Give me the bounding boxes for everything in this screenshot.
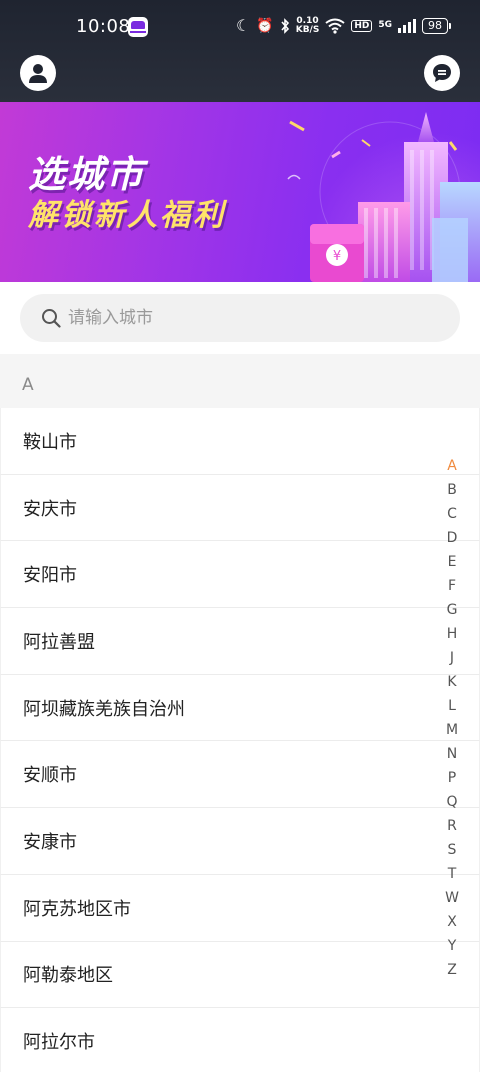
app-notification-icon <box>128 17 148 37</box>
index-letter-g[interactable]: G <box>440 598 464 622</box>
battery-level: 98 <box>428 18 442 32</box>
hd-badge: HD <box>351 19 373 32</box>
top-bar: 10:08 ☾ ⏰ 0.10 KB/S HD 5G 98 <box>0 0 480 102</box>
city-list-item[interactable]: 阿坝藏族羌族自治州 <box>0 674 480 742</box>
city-list-item[interactable]: 阿克苏地区市 <box>0 874 480 942</box>
network-speed: 0.10 KB/S <box>295 16 320 35</box>
index-letter-h[interactable]: H <box>440 622 464 646</box>
index-letter-n[interactable]: N <box>440 742 464 766</box>
city-list-item[interactable]: 安顺市 <box>0 741 480 809</box>
index-letter-e[interactable]: E <box>440 550 464 574</box>
index-letter-a[interactable]: A <box>440 454 464 478</box>
city-list-item[interactable]: 鞍山市 <box>0 408 480 475</box>
city-list-item[interactable]: 阿拉尔市 <box>0 1008 480 1072</box>
moon-icon: ☾ <box>235 16 251 35</box>
index-letter-y[interactable]: Y <box>440 934 464 958</box>
search-input[interactable] <box>68 308 428 328</box>
status-bar: 10:08 ☾ ⏰ 0.10 KB/S HD 5G 98 <box>0 0 480 52</box>
index-letter-r[interactable]: R <box>440 814 464 838</box>
section-header-a: A <box>0 354 480 408</box>
promo-banner[interactable]: 选城市 解锁新人福利 ¥ <box>0 102 480 282</box>
index-letter-z[interactable]: Z <box>440 958 464 982</box>
index-letter-p[interactable]: P <box>440 766 464 790</box>
search-area <box>0 282 480 354</box>
index-letter-f[interactable]: F <box>440 574 464 598</box>
index-letter-q[interactable]: Q <box>440 790 464 814</box>
index-letter-c[interactable]: C <box>440 502 464 526</box>
city-list-item[interactable]: 安庆市 <box>0 474 480 542</box>
user-profile-button[interactable] <box>20 55 56 91</box>
signal-icon <box>398 18 416 33</box>
messages-button[interactable] <box>424 55 460 91</box>
index-letter-j[interactable]: J <box>440 646 464 670</box>
index-letter-d[interactable]: D <box>440 526 464 550</box>
alarm-icon: ⏰ <box>256 17 274 34</box>
index-letter-k[interactable]: K <box>440 670 464 694</box>
index-letter-t[interactable]: T <box>440 862 464 886</box>
index-letter-s[interactable]: S <box>440 838 464 862</box>
index-letter-l[interactable]: L <box>440 694 464 718</box>
city-list: 鞍山市 安庆市 安阳市 阿拉善盟 阿坝藏族羌族自治州 安顺市 安康市 阿克苏地区… <box>0 408 480 1072</box>
index-letter-w[interactable]: W <box>440 886 464 910</box>
index-letter-b[interactable]: B <box>440 478 464 502</box>
user-icon <box>29 64 47 83</box>
network-type: 5G <box>378 20 392 30</box>
alphabet-index-bar[interactable]: ABCDEFGHJKLMNPQRSTWXYZ <box>440 454 464 982</box>
status-time: 10:08 <box>76 16 131 37</box>
network-speed-unit: KB/S <box>295 24 320 35</box>
search-bar[interactable] <box>20 294 460 342</box>
battery-icon: 98 <box>422 17 451 34</box>
search-icon <box>40 307 62 329</box>
city-list-item[interactable]: 安康市 <box>0 808 480 875</box>
index-letter-m[interactable]: M <box>440 718 464 742</box>
chat-icon <box>433 64 451 82</box>
city-list-item[interactable]: 安阳市 <box>0 541 480 609</box>
banner-subtitle: 解锁新人福利 <box>28 198 226 233</box>
status-indicators: ☾ ⏰ 0.10 KB/S HD 5G 98 <box>235 16 451 35</box>
city-list-item[interactable]: 阿勒泰地区 <box>0 941 480 1009</box>
city-list-item[interactable]: 阿拉善盟 <box>0 608 480 675</box>
wifi-icon <box>325 18 345 34</box>
yuan-coin-icon: ¥ <box>333 249 341 264</box>
city-buildings-illustration: ¥ <box>287 112 480 282</box>
index-letter-x[interactable]: X <box>440 910 464 934</box>
bluetooth-icon <box>281 17 289 34</box>
